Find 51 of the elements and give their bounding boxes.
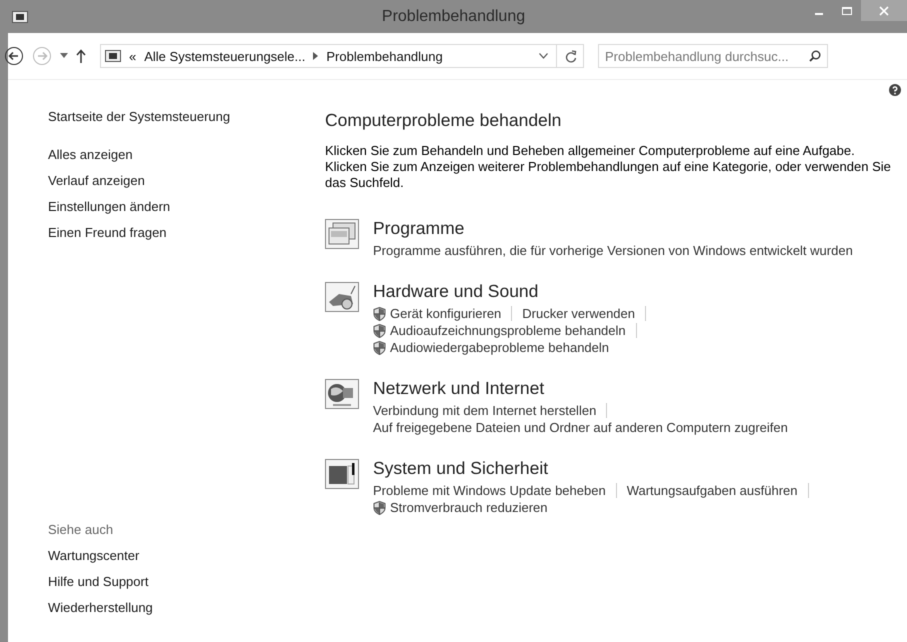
shield-panel-icon[interactable] — [325, 459, 359, 489]
task-link[interactable]: Probleme mit Windows Update beheben — [373, 482, 606, 499]
task-link[interactable]: Programme ausführen, die für vorherige Versionen von Windows entwickelt wurden — [373, 242, 853, 259]
minimize-icon — [815, 12, 823, 14]
task-link[interactable]: Stromverbrauch reduzieren — [373, 499, 548, 516]
page-heading: Computerprobleme behandeln — [325, 110, 562, 131]
nav-link[interactable]: Einstellungen ändern — [48, 198, 285, 215]
window-title: Problembehandlung — [380, 8, 526, 26]
category-link[interactable]: System und Sicherheit — [373, 457, 814, 479]
see-also-link[interactable]: Wartungscenter — [48, 547, 285, 564]
dropdown-icon[interactable] — [539, 53, 548, 59]
hardware-icon[interactable] — [325, 282, 359, 312]
windows-icon[interactable] — [325, 219, 359, 249]
breadcrumb[interactable]: Problembehandlung — [326, 48, 443, 64]
help-icon[interactable] — [889, 84, 901, 96]
close-icon — [879, 6, 889, 16]
up-arrow-icon[interactable] — [76, 49, 86, 63]
shield-icon — [373, 324, 386, 338]
category-link[interactable]: Programme — [373, 217, 853, 239]
shield-icon — [373, 340, 386, 354]
see-also-link[interactable]: Hilfe und Support — [48, 573, 285, 590]
task-link[interactable]: Wartungsaufgaben ausführen — [626, 482, 798, 499]
search-field[interactable]: Problembehandlung durchsuc... — [598, 44, 828, 68]
breadcrumb[interactable]: Alle Systemsteuerungsele... — [144, 48, 306, 64]
nav-link[interactable]: Startseite der Systemsteuerung — [48, 108, 285, 125]
chevron-icon — [313, 52, 318, 60]
task-link[interactable]: Auf freigegebene Dateien und Ordner auf anderen Computern zugreifen — [373, 419, 788, 436]
task-link[interactable]: Audiowiedergabeprobleme behandeln — [373, 339, 610, 356]
maximize-icon — [841, 6, 853, 16]
shield-icon — [373, 500, 386, 514]
category-link[interactable]: Netzwerk und Internet — [373, 377, 788, 399]
nav-link[interactable]: Verlauf anzeigen — [48, 172, 285, 189]
task-link[interactable]: Gerät konfigurieren — [373, 305, 502, 322]
refresh-icon[interactable] — [565, 50, 577, 62]
search-icon[interactable] — [809, 50, 821, 62]
task-link[interactable]: Verbindung mit dem Internet herstellen — [373, 402, 596, 419]
category-link[interactable]: Hardware und Sound — [373, 280, 652, 302]
task-link[interactable]: Audioaufzeichnungsprobleme behandeln — [373, 322, 626, 339]
task-link[interactable]: Drucker verwenden — [522, 305, 635, 322]
folder-icon — [105, 50, 121, 62]
see-also-heading: Siehe auch — [48, 521, 114, 538]
nav-link[interactable]: Alles anzeigen — [48, 146, 285, 163]
intro-text: Klicken Sie zum Behandeln und Beheben allgemeiner Computerprobleme auf eine Aufgabe. Klicken Sie zum Anzeigen weiterer Problembehandlungen auf eine Kategorie, oder verwenden Sie das Suchfeld. — [325, 143, 892, 191]
nav-link[interactable]: Einen Freund fragen — [48, 224, 285, 241]
back-icon[interactable] — [4, 46, 24, 66]
dropdown-icon[interactable] — [60, 53, 68, 59]
breadcrumb[interactable]: « — [129, 48, 136, 64]
shield-icon — [373, 306, 386, 320]
see-also-link[interactable]: Wiederherstellung — [48, 599, 285, 616]
address-bar[interactable]: « Alle Systemsteuerungsele... Problembehandlung — [100, 44, 584, 68]
window-icon — [12, 10, 28, 22]
